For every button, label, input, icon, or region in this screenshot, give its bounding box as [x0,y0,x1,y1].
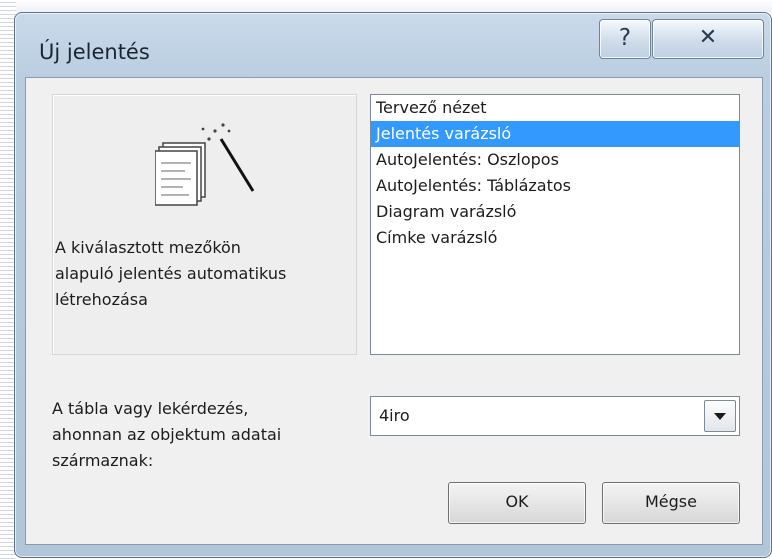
source-select[interactable]: 4iro [370,396,740,436]
ok-button[interactable]: OK [448,482,586,524]
report-type-list[interactable]: Tervező nézet Jelentés varázsló AutoJele… [370,94,740,355]
dialog-body: A kiválasztott mezőkön alapuló jelentés … [25,77,763,545]
dialog-title: Új jelentés [39,40,150,64]
list-item[interactable]: AutoJelentés: Táblázatos [371,173,739,199]
list-item[interactable]: Címke varázsló [371,225,739,251]
help-button[interactable]: ? [599,19,651,59]
list-item[interactable]: AutoJelentés: Oszlopos [371,147,739,173]
list-item[interactable]: Tervező nézet [371,95,739,121]
source-label: A tábla vagy lekérdezés, ahonnan az obje… [52,399,282,470]
title-bar: Új jelentés ? ✕ [25,13,764,83]
report-type-description: A kiválasztott mezőkön alapuló jelentés … [55,238,287,309]
chevron-down-icon[interactable] [704,400,736,432]
new-report-dialog: Új jelentés ? ✕ A kiválasztott mezőkön a… [14,12,772,558]
preview-panel: A kiválasztott mezőkön alapuló jelentés … [52,94,357,355]
help-icon: ? [618,25,632,51]
list-item[interactable]: Diagram varázsló [371,199,739,225]
close-button[interactable]: ✕ [652,19,764,59]
cancel-button[interactable]: Mégse [602,482,740,524]
source-select-value: 4iro [379,406,410,425]
close-icon: ✕ [698,25,718,50]
list-item[interactable]: Jelentés varázsló [371,121,739,147]
report-wizard-icon [155,123,255,206]
background-strip [16,0,772,12]
